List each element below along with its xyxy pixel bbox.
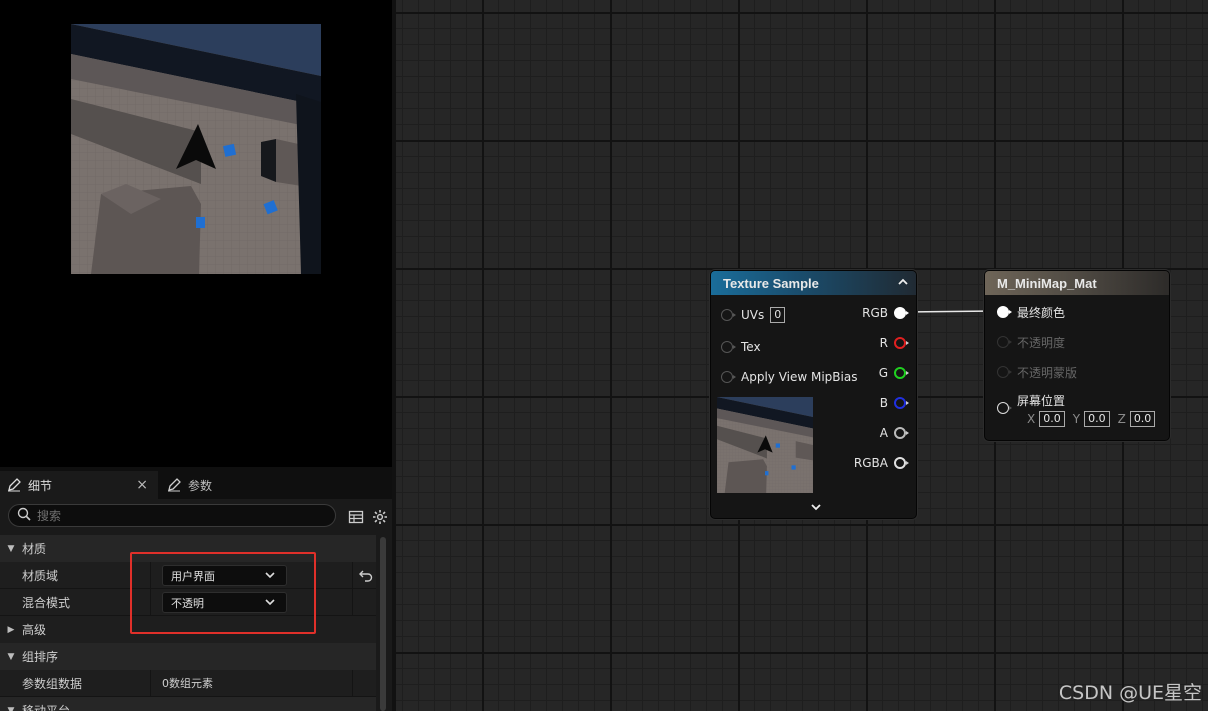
property-label: 材质域 (22, 568, 59, 583)
output-pin-g[interactable]: G (878, 363, 909, 383)
z-label: Z (1117, 412, 1126, 426)
pin-label: 不透明蒙版 (1017, 365, 1078, 380)
pin-label: 最终颜色 (1017, 305, 1066, 320)
pin-icon (894, 457, 909, 469)
tab-parameters[interactable]: 参数 (160, 471, 270, 499)
input-pin-apply-view-mipbias[interactable]: Apply View MipBias (721, 367, 857, 387)
output-pin-r[interactable]: R (879, 333, 909, 353)
watermark: CSDN @UE星空 (1058, 682, 1202, 704)
category-label: 组排序 (22, 650, 59, 664)
pin-label: A (879, 426, 888, 440)
screen-position-xyz: X 0.0 Y 0.0 Z 0.0 (1027, 411, 1163, 427)
pin-label: 屏幕位置 (1017, 394, 1066, 408)
reset-to-default-icon[interactable] (358, 567, 374, 583)
texture-sample-node[interactable]: Texture Sample UVs 0 Tex Apply View MipB… (710, 270, 917, 519)
property-label: 参数组数据 (22, 676, 83, 691)
pin-label: G (878, 366, 888, 380)
category-label: 移动平台 (22, 704, 71, 711)
category-mobile[interactable]: ▼ 移动平台 (0, 697, 376, 711)
pin-label: R (879, 336, 888, 350)
details-panel: 细节 × 参数 ▼ 材质 材质域 用户界面 (0, 467, 392, 711)
pin-icon (997, 366, 1012, 378)
pin-label: 不透明度 (1017, 335, 1066, 350)
category-group-sorting[interactable]: ▼ 组排序 (0, 643, 376, 670)
pin-label: Tex (741, 340, 761, 354)
pin-icon (894, 337, 909, 349)
y-value-field[interactable]: 0.0 (1084, 411, 1110, 427)
tab-details[interactable]: 细节 × (0, 471, 158, 499)
output-pin-rgba[interactable]: RGBA (853, 453, 909, 473)
pin-icon (894, 427, 909, 439)
pin-label: UVs (741, 308, 765, 322)
output-pin-a[interactable]: A (879, 423, 909, 443)
x-label: X (1027, 412, 1036, 426)
tab-details-label: 细节 (28, 478, 53, 493)
pencil-icon (6, 477, 22, 493)
pin-icon (721, 309, 736, 321)
pencil-icon (166, 477, 182, 493)
search-box[interactable] (8, 504, 336, 527)
node-title-text: Texture Sample (723, 275, 819, 291)
y-label: Y (1072, 412, 1081, 426)
gear-icon[interactable] (371, 508, 389, 526)
pin-icon (997, 336, 1012, 348)
chevron-up-icon[interactable] (896, 275, 910, 289)
material-graph-canvas[interactable]: Texture Sample UVs 0 Tex Apply View MipB… (396, 0, 1208, 711)
input-pin-opacity-mask: 不透明蒙版 (997, 362, 1077, 382)
pin-label: B (879, 396, 888, 410)
output-pin-rgb[interactable]: RGB (862, 303, 909, 323)
pin-icon (997, 402, 1012, 414)
input-pin-tex[interactable]: Tex (721, 337, 761, 357)
table-view-icon[interactable] (347, 508, 365, 526)
chevron-down-icon[interactable] (809, 500, 823, 514)
pin-label: RGBA (853, 456, 888, 470)
x-value-field[interactable]: 0.0 (1039, 411, 1065, 427)
close-icon[interactable]: × (136, 477, 148, 493)
tab-parameters-label: 参数 (188, 478, 213, 493)
expand-right-icon: ▶ (7, 624, 15, 635)
uvs-value-field[interactable]: 0 (770, 307, 786, 323)
pin-icon (894, 307, 909, 319)
pin-icon (997, 306, 1012, 318)
input-pin-uvs[interactable]: UVs 0 (721, 305, 786, 325)
search-icon (17, 507, 31, 524)
pin-icon (721, 371, 736, 383)
node-title-text: M_MiniMap_Mat (997, 275, 1097, 291)
annotation-highlight-box (130, 552, 316, 634)
category-label: 材质 (22, 542, 47, 556)
expand-down-icon: ▼ (7, 543, 15, 554)
search-input[interactable] (37, 508, 317, 523)
pin-icon (894, 367, 909, 379)
node-title: M_MiniMap_Mat (985, 271, 1169, 295)
details-tab-bar: 细节 × 参数 (0, 467, 392, 499)
texture-thumbnail (717, 397, 813, 493)
pin-icon (894, 397, 909, 409)
expand-down-icon: ▼ (7, 651, 15, 662)
property-value: 0数组元素 (162, 677, 213, 690)
node-title: Texture Sample (711, 271, 916, 295)
pin-label: Apply View MipBias (741, 370, 858, 384)
input-pin-opacity: 不透明度 (997, 332, 1065, 352)
material-preview-viewport[interactable] (0, 0, 392, 467)
expand-down-icon: ▼ (7, 705, 15, 711)
input-pin-final-color[interactable]: 最终颜色 (997, 302, 1065, 322)
search-row (0, 499, 392, 533)
details-scrollbar[interactable] (380, 537, 386, 711)
pin-icon (721, 341, 736, 353)
pin-label: RGB (862, 306, 888, 320)
z-value-field[interactable]: 0.0 (1129, 411, 1156, 427)
property-label: 混合模式 (22, 595, 71, 610)
category-label: 高级 (22, 623, 47, 637)
minimap-preview-image (71, 24, 321, 274)
material-result-node[interactable]: M_MiniMap_Mat 最终颜色 不透明度 不透明蒙版 屏幕位置 X 0.0… (984, 270, 1170, 441)
property-parameter-group-data: 参数组数据 0数组元素 (0, 670, 376, 697)
output-pin-b[interactable]: B (879, 393, 909, 413)
